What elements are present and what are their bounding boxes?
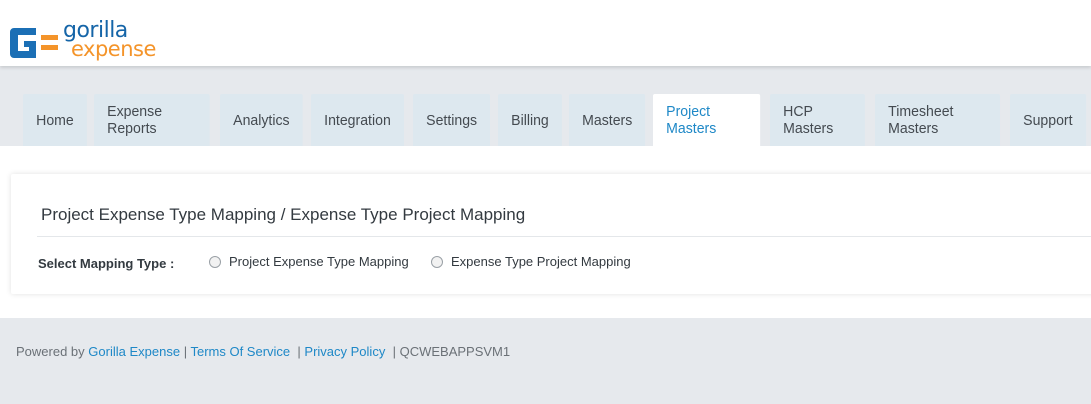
app-header: gorilla expense bbox=[0, 0, 1091, 66]
tab-label: Analytics bbox=[233, 111, 290, 129]
tab-label: Settings bbox=[426, 111, 477, 129]
tab-project-masters[interactable]: Project Masters bbox=[653, 94, 761, 146]
separator: | bbox=[392, 344, 396, 359]
tab-settings[interactable]: Settings bbox=[412, 94, 491, 146]
mapping-type-label: Select Mapping Type : bbox=[38, 256, 175, 271]
main-nav-tabs: Home Expense Reports Analytics Integrati… bbox=[23, 94, 1091, 146]
tab-label: Masters bbox=[582, 111, 633, 129]
terms-of-service-link[interactable]: Terms Of Service bbox=[190, 344, 290, 359]
tab-analytics[interactable]: Analytics bbox=[219, 94, 303, 146]
tab-hcp-masters[interactable]: HCP Masters bbox=[770, 94, 866, 146]
footer: Powered by Gorilla Expense | Terms Of Se… bbox=[0, 318, 1091, 404]
radio-project-expense-type-mapping[interactable]: Project Expense Type Mapping bbox=[209, 254, 409, 269]
tab-support[interactable]: Support bbox=[1010, 94, 1087, 146]
footer-line: Powered by Gorilla Expense | Terms Of Se… bbox=[16, 344, 510, 359]
separator: | bbox=[297, 344, 301, 359]
privacy-policy-link[interactable]: Privacy Policy bbox=[304, 344, 385, 359]
logo-text-expense: expense bbox=[71, 37, 156, 61]
tab-label: Integration bbox=[324, 111, 391, 129]
server-name: QCWEBAPPSVM1 bbox=[399, 344, 511, 359]
tab-label: Support bbox=[1023, 111, 1074, 129]
powered-by-text: Powered by bbox=[16, 344, 85, 359]
mapping-card: Project Expense Type Mapping / Expense T… bbox=[11, 174, 1091, 294]
tab-label: Expense Reports bbox=[107, 103, 163, 137]
tab-integration[interactable]: Integration bbox=[310, 94, 404, 146]
tab-label: Timesheet Masters bbox=[887, 103, 954, 137]
radio-button[interactable] bbox=[431, 255, 443, 268]
tab-timesheet-masters[interactable]: Timesheet Masters bbox=[874, 94, 1000, 146]
radio-label: Expense Type Project Mapping bbox=[451, 254, 631, 269]
tab-label: HCP Masters bbox=[783, 103, 834, 137]
gorilla-expense-link[interactable]: Gorilla Expense bbox=[88, 344, 180, 359]
logo-mark-icon bbox=[10, 28, 58, 58]
tab-expense-reports[interactable]: Expense Reports bbox=[94, 94, 210, 146]
gorilla-expense-logo[interactable]: gorilla expense bbox=[10, 20, 160, 66]
page-title: Project Expense Type Mapping / Expense T… bbox=[41, 205, 526, 224]
radio-expense-type-project-mapping[interactable]: Expense Type Project Mapping bbox=[431, 254, 631, 269]
radio-button[interactable] bbox=[209, 255, 221, 268]
separator: | bbox=[183, 344, 188, 359]
divider bbox=[37, 236, 1091, 237]
tab-label: Project Masters bbox=[666, 103, 717, 137]
tab-billing[interactable]: Billing bbox=[498, 94, 563, 146]
tab-home[interactable]: Home bbox=[23, 94, 87, 146]
tab-masters[interactable]: Masters bbox=[569, 94, 646, 146]
tab-label: Billing bbox=[511, 111, 549, 129]
radio-label: Project Expense Type Mapping bbox=[229, 254, 409, 269]
tab-label: Home bbox=[36, 111, 74, 129]
